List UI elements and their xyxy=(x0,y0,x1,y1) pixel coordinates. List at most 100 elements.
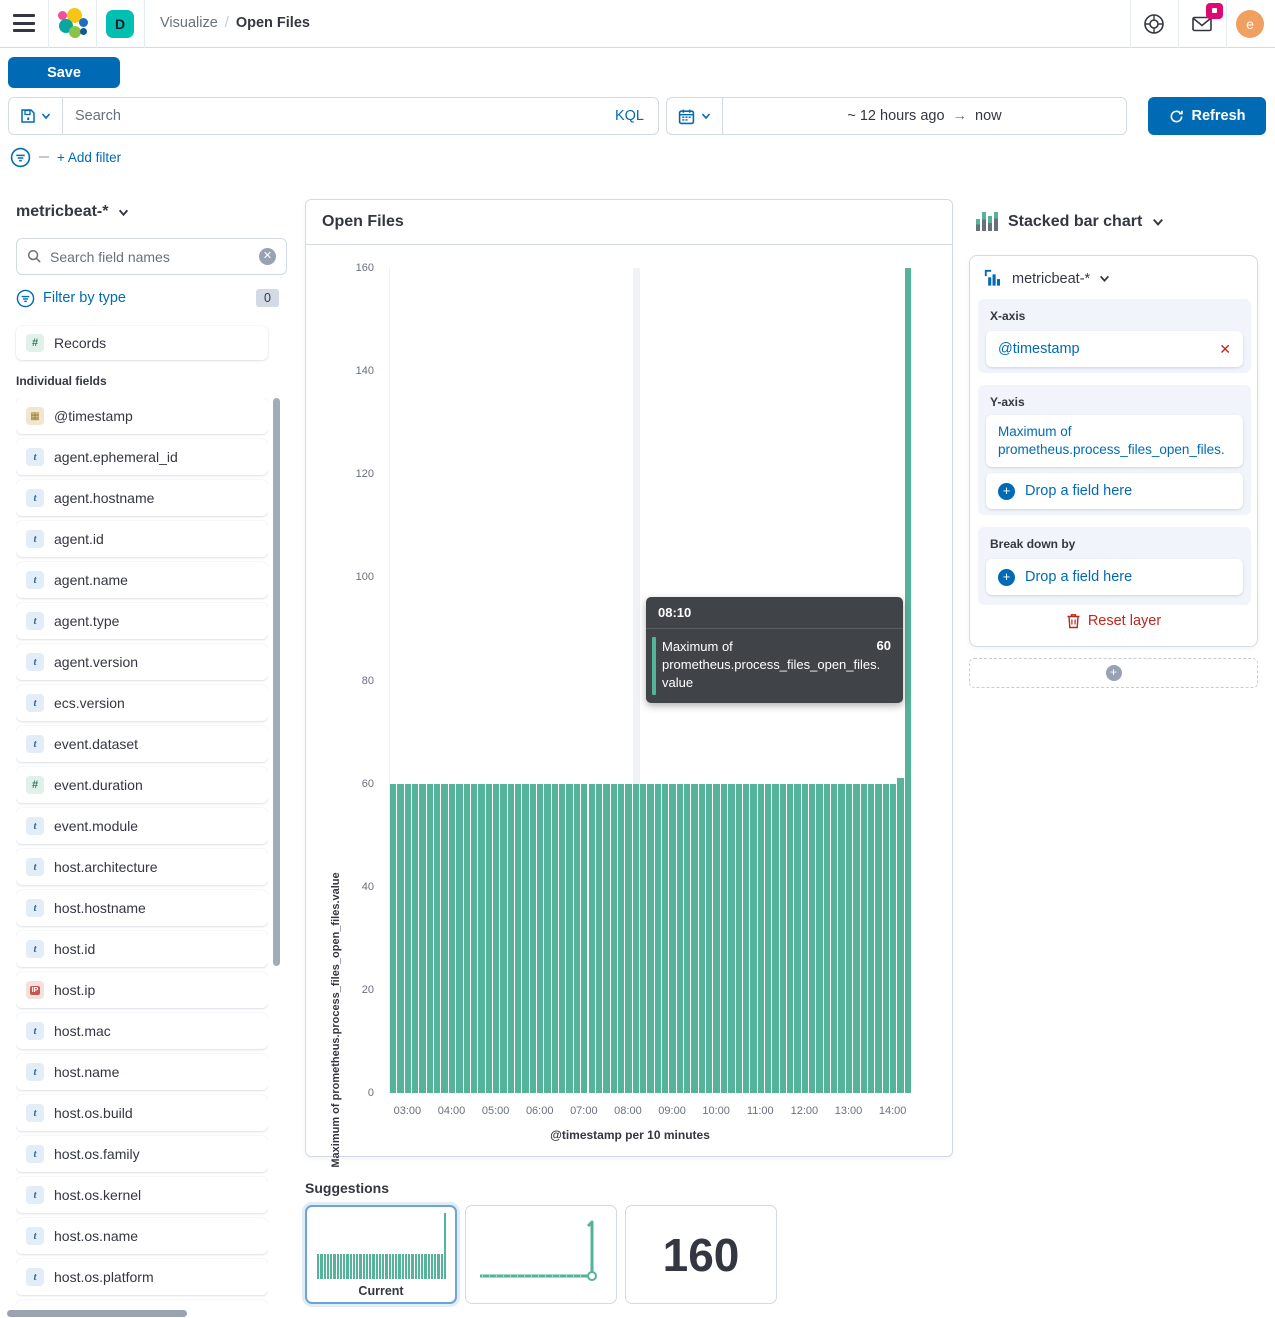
field-item[interactable]: thost.hostname xyxy=(16,890,268,926)
add-filter-button[interactable]: + Add filter xyxy=(57,150,121,165)
bar[interactable] xyxy=(743,784,749,1093)
bar[interactable] xyxy=(434,784,440,1093)
field-item[interactable]: tecs.version xyxy=(16,685,268,721)
bar[interactable] xyxy=(493,784,499,1093)
bar[interactable] xyxy=(603,784,609,1093)
kql-toggle[interactable]: KQL xyxy=(601,108,658,124)
bar[interactable] xyxy=(566,784,572,1093)
bar[interactable] xyxy=(412,784,418,1093)
bar[interactable] xyxy=(905,268,911,1093)
bar[interactable] xyxy=(405,784,411,1093)
records-field[interactable]: # Records xyxy=(16,326,268,360)
field-item[interactable] xyxy=(16,1300,268,1308)
elastic-logo-icon[interactable] xyxy=(56,8,88,40)
calendar-menu-button[interactable] xyxy=(667,98,723,134)
breakdown-drop-target[interactable]: + Drop a field here xyxy=(986,559,1243,595)
time-range-display[interactable]: ~ 12 hours ago→now xyxy=(723,108,1126,124)
bar[interactable] xyxy=(780,784,786,1093)
space-switcher[interactable]: D xyxy=(106,10,134,38)
field-item[interactable]: thost.os.platform xyxy=(16,1259,268,1295)
bar[interactable] xyxy=(486,784,492,1093)
field-item[interactable]: IPhost.ip xyxy=(16,972,268,1008)
bar[interactable] xyxy=(390,784,396,1093)
field-item[interactable]: tagent.type xyxy=(16,603,268,639)
chart-type-switcher[interactable]: Stacked bar chart xyxy=(976,212,1164,231)
clear-search-icon[interactable]: ✕ xyxy=(259,248,276,265)
field-item[interactable]: tevent.dataset xyxy=(16,726,268,762)
avatar[interactable]: e xyxy=(1236,10,1264,38)
field-item[interactable]: tagent.ephemeral_id xyxy=(16,439,268,475)
bar[interactable] xyxy=(684,784,690,1093)
y-axis-drop-target[interactable]: + Drop a field here xyxy=(986,473,1243,509)
field-item[interactable]: thost.name xyxy=(16,1054,268,1090)
suggestion-current[interactable]: Current xyxy=(305,1205,457,1304)
field-item[interactable]: thost.os.family xyxy=(16,1136,268,1172)
bar[interactable] xyxy=(544,784,550,1093)
field-item[interactable]: thost.os.kernel xyxy=(16,1177,268,1213)
bar[interactable] xyxy=(662,784,668,1093)
field-item[interactable]: tevent.module xyxy=(16,808,268,844)
save-button[interactable]: Save xyxy=(8,57,120,88)
bar[interactable] xyxy=(427,784,433,1093)
bar[interactable] xyxy=(611,784,617,1093)
field-item[interactable]: tagent.hostname xyxy=(16,480,268,516)
bar[interactable] xyxy=(853,784,859,1093)
filter-icon[interactable] xyxy=(10,147,31,168)
bar[interactable] xyxy=(574,784,580,1093)
bar[interactable] xyxy=(478,784,484,1093)
remove-dimension-icon[interactable]: ✕ xyxy=(1219,341,1231,358)
reset-layer-button[interactable]: Reset layer xyxy=(970,613,1257,629)
field-item[interactable]: tagent.name xyxy=(16,562,268,598)
bar[interactable] xyxy=(699,784,705,1093)
bar[interactable] xyxy=(758,784,764,1093)
field-item[interactable]: tagent.version xyxy=(16,644,268,680)
bar[interactable] xyxy=(875,784,881,1093)
field-item[interactable]: tagent.id xyxy=(16,521,268,557)
bar[interactable] xyxy=(787,784,793,1093)
bar[interactable] xyxy=(640,784,646,1093)
bar[interactable] xyxy=(794,784,800,1093)
bar[interactable] xyxy=(419,784,425,1093)
breadcrumb-visualize[interactable]: Visualize xyxy=(160,15,218,31)
search-input[interactable] xyxy=(63,108,601,124)
bar[interactable] xyxy=(802,784,808,1093)
bar[interactable] xyxy=(846,784,852,1093)
bar[interactable] xyxy=(809,784,815,1093)
bar[interactable] xyxy=(508,784,514,1093)
sidebar-horizontal-scrollbar[interactable] xyxy=(7,1310,187,1317)
suggestion-metric[interactable]: 160 xyxy=(625,1205,777,1304)
field-list-scrollbar[interactable] xyxy=(273,398,280,966)
bar[interactable] xyxy=(655,784,661,1093)
bar[interactable] xyxy=(897,778,903,1093)
bar[interactable] xyxy=(552,784,558,1093)
bar[interactable] xyxy=(596,784,602,1093)
bar[interactable] xyxy=(471,784,477,1093)
bar[interactable] xyxy=(647,784,653,1093)
bar[interactable] xyxy=(441,784,447,1093)
bar[interactable] xyxy=(581,784,587,1093)
bar[interactable] xyxy=(500,784,506,1093)
bar[interactable] xyxy=(816,784,822,1093)
saved-query-menu-button[interactable] xyxy=(9,98,63,134)
field-item[interactable]: #event.duration xyxy=(16,767,268,803)
bar[interactable] xyxy=(669,784,675,1093)
field-search-input[interactable] xyxy=(50,249,251,265)
bar[interactable] xyxy=(883,784,889,1093)
bar[interactable] xyxy=(890,784,896,1093)
bar[interactable] xyxy=(618,784,624,1093)
field-item[interactable]: ▦@timestamp xyxy=(16,398,268,434)
field-item[interactable]: thost.architecture xyxy=(16,849,268,885)
field-item[interactable]: thost.mac xyxy=(16,1013,268,1049)
bar[interactable] xyxy=(449,784,455,1093)
add-layer-button[interactable]: + xyxy=(969,658,1258,688)
bar[interactable] xyxy=(559,784,565,1093)
bar[interactable] xyxy=(831,784,837,1093)
menu-icon[interactable] xyxy=(13,14,35,34)
bar[interactable] xyxy=(868,784,874,1093)
bar[interactable] xyxy=(633,784,639,1093)
filter-by-type[interactable]: Filter by type 0 xyxy=(16,286,279,310)
refresh-button[interactable]: Refresh xyxy=(1148,97,1266,135)
bar[interactable] xyxy=(464,784,470,1093)
bar[interactable] xyxy=(530,784,536,1093)
help-icon[interactable] xyxy=(1142,12,1166,36)
